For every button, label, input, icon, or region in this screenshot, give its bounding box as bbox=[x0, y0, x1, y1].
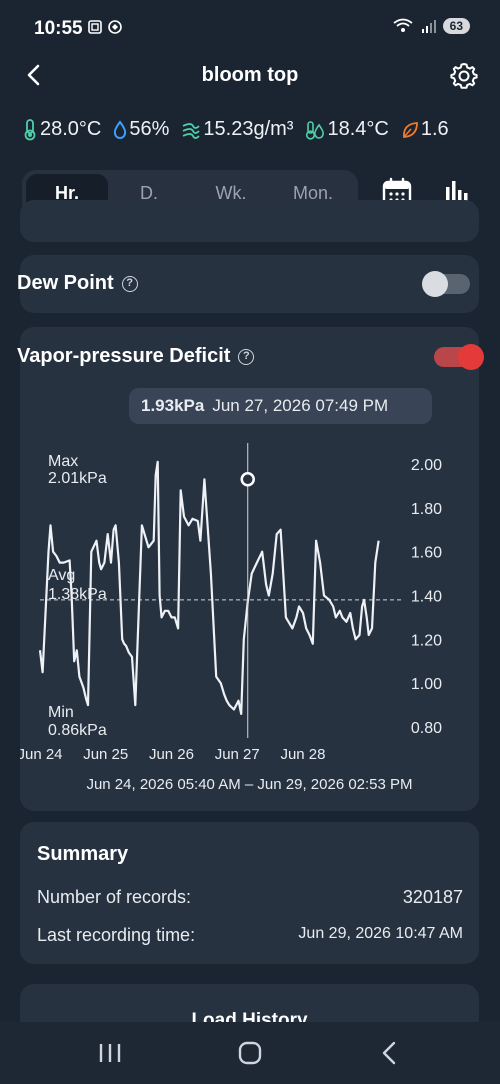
screenshot-icon bbox=[88, 20, 102, 34]
dew-point-title-row: Dew Point ? bbox=[17, 272, 138, 295]
last-recording-label: Last recording time: bbox=[37, 925, 196, 945]
summary-title: Summary bbox=[37, 843, 129, 865]
metric-absolute-humidity-value: 15.23g/m³ bbox=[203, 118, 294, 140]
metric-absolute-humidity: 15.23g/m³ bbox=[181, 118, 293, 141]
vpd-chart[interactable]: Max 2.01kPa Avg 1.38kPa Min 0.86kPa 2.00… bbox=[20, 438, 479, 768]
max-value: 2.01kPa bbox=[48, 470, 107, 487]
toggle-knob bbox=[458, 344, 484, 370]
y-tick-label: 1.60 bbox=[411, 545, 442, 562]
page-title: bloom top bbox=[201, 64, 299, 86]
tooltip-value: 1.93kPa bbox=[141, 396, 205, 415]
last-recording-row: Last recording time: Jun 29, 2026 10:47 … bbox=[37, 925, 463, 946]
status-bar: 10:55 63 bbox=[0, 0, 500, 56]
vpd-series-line bbox=[38, 460, 380, 715]
metric-dew-point-value: 18.4°C bbox=[327, 118, 389, 140]
records-label: Number of records: bbox=[37, 887, 192, 907]
records-row: Number of records: 320187 bbox=[37, 887, 463, 908]
system-nav-bar bbox=[0, 1022, 500, 1084]
status-icons bbox=[88, 20, 122, 34]
dew-thermometer-icon bbox=[306, 120, 325, 140]
help-icon[interactable]: ? bbox=[121, 275, 138, 292]
thermometer-icon bbox=[24, 118, 36, 140]
avg-value: 1.38kPa bbox=[48, 586, 107, 603]
nav-back-icon[interactable] bbox=[376, 1040, 404, 1066]
recent-apps-icon[interactable] bbox=[96, 1040, 124, 1066]
x-tick-label: Jun 27 bbox=[215, 746, 260, 763]
vpd-title-row: Vapor-pressure Deficit ? bbox=[17, 345, 255, 368]
status-right: 63 bbox=[393, 18, 470, 34]
vpd-toggle[interactable] bbox=[434, 344, 484, 370]
metric-dew-point: 18.4°C bbox=[305, 118, 389, 141]
vpd-title: Vapor-pressure Deficit bbox=[17, 345, 231, 367]
wifi-icon bbox=[393, 18, 413, 32]
help-icon[interactable]: ? bbox=[238, 348, 255, 365]
max-label: Max bbox=[48, 453, 78, 470]
chart-tooltip: 1.93kPa Jun 27, 2026 07:49 PM bbox=[129, 388, 432, 424]
status-time: 10:55 bbox=[34, 18, 83, 39]
x-tick-label: Jun 25 bbox=[83, 746, 128, 763]
metric-vpd: 1.6 bbox=[401, 118, 449, 141]
date-range: Jun 24, 2026 05:40 AM – Jun 29, 2026 02:… bbox=[86, 776, 413, 793]
y-tick-label: 1.20 bbox=[411, 632, 442, 649]
home-icon[interactable] bbox=[236, 1040, 264, 1066]
signal-icon bbox=[421, 20, 436, 33]
y-tick-label: 2.00 bbox=[411, 457, 442, 474]
dew-point-toggle[interactable] bbox=[422, 271, 470, 297]
x-tick-label: Jun 24 bbox=[20, 746, 63, 763]
x-tick-label: Jun 26 bbox=[149, 746, 194, 763]
y-tick-label: 1.40 bbox=[411, 589, 442, 606]
metrics-row: 28.0°C 56% 15.23g/m³ 18.4°C 1.6 bbox=[22, 118, 500, 141]
shield-icon bbox=[108, 20, 122, 34]
y-tick-label: 0.80 bbox=[411, 720, 442, 737]
metric-vpd-value: 1.6 bbox=[420, 118, 449, 140]
metric-temperature: 28.0°C bbox=[22, 118, 101, 141]
top-bar: bloom top bbox=[0, 56, 500, 96]
y-tick-label: 1.00 bbox=[411, 676, 442, 693]
battery-indicator: 63 bbox=[442, 18, 470, 34]
gear-icon[interactable] bbox=[450, 62, 478, 90]
min-value: 0.86kPa bbox=[48, 722, 107, 739]
x-tick-label: Jun 28 bbox=[280, 746, 325, 763]
y-tick-label: 1.80 bbox=[411, 501, 442, 518]
records-value: 320187 bbox=[402, 887, 463, 907]
metric-humidity: 56% bbox=[113, 118, 169, 141]
metric-temperature-value: 28.0°C bbox=[40, 118, 102, 140]
previous-card bbox=[20, 200, 479, 242]
dew-point-title: Dew Point bbox=[17, 272, 114, 294]
metric-humidity-value: 56% bbox=[129, 118, 170, 140]
min-label: Min bbox=[48, 704, 74, 721]
tooltip-time: Jun 27, 2026 07:49 PM bbox=[212, 396, 389, 415]
wind-icon bbox=[183, 122, 201, 139]
toggle-knob bbox=[422, 271, 448, 297]
cursor-point bbox=[240, 472, 255, 487]
droplet-icon bbox=[114, 119, 127, 139]
last-recording-value: Jun 29, 2026 10:47 AM bbox=[298, 925, 463, 942]
leaf-icon bbox=[402, 121, 418, 138]
